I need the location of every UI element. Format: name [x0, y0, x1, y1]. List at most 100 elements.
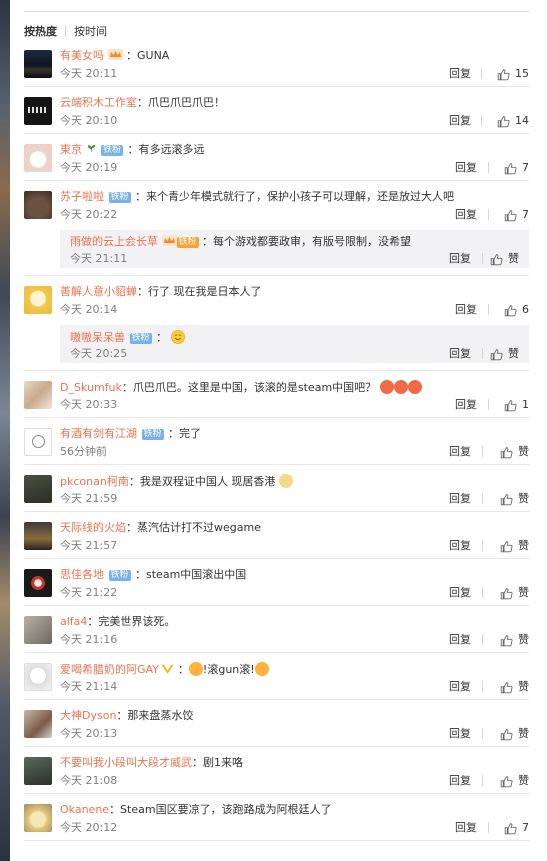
reply-button[interactable]: 回复 [449, 347, 471, 361]
comment-text-line: 思佳各地 铁粉 ：steam中国滚出中国 [60, 568, 529, 582]
background-wallpaper-edge [0, 0, 10, 861]
avatar[interactable] [24, 569, 52, 597]
reply-button[interactable]: 回复 [449, 445, 471, 459]
comment-text-line: 東京 铁粉 ：有多远滚多远 [60, 143, 529, 157]
reply-username-link[interactable]: 雨做的云上会长草 [70, 235, 158, 248]
action-divider [488, 209, 489, 220]
avatar-face-mark [32, 435, 45, 448]
comment-text: ：行了 现在我是日本人了 [137, 285, 262, 298]
like-button[interactable]: 1 [504, 398, 529, 412]
comment-item: 大神Dyson：那来盘蒸水饺 今天 20:13 回复 赞 [24, 700, 529, 747]
reply-button[interactable]: 回复 [455, 398, 477, 412]
reply-text: ： [156, 331, 168, 344]
like-button[interactable]: 赞 [500, 727, 529, 741]
like-button[interactable]: 7 [504, 161, 529, 175]
username-link[interactable]: 爱喝希腊奶的阿GAY [60, 663, 159, 676]
thumbs-up-icon [504, 209, 517, 221]
username-link[interactable]: alfa4 [60, 615, 87, 628]
reply-button[interactable]: 回复 [455, 303, 477, 317]
action-divider [481, 115, 482, 126]
avatar[interactable] [24, 381, 52, 409]
comment-list: 有美女吗 ：GUNA 今天 20:11 回复 15 云端积木工作室：爪巴爪巴爪巴… [24, 40, 529, 841]
like-button[interactable]: 赞 [500, 633, 529, 647]
reply-button[interactable]: 回复 [449, 633, 471, 647]
thumbs-up-icon [500, 493, 513, 505]
avatar[interactable] [24, 286, 52, 314]
avatar[interactable] [24, 522, 52, 550]
like-button[interactable]: 赞 [500, 680, 529, 694]
avatar[interactable] [24, 191, 52, 219]
reply-button[interactable]: 回复 [449, 727, 471, 741]
like-button[interactable]: 赞 [500, 445, 529, 459]
sort-bar: 按热度 按时间 [24, 23, 107, 39]
avatar[interactable] [24, 428, 52, 456]
avatar[interactable] [24, 97, 52, 125]
username-link[interactable]: 不要叫我小段叫大段才威武 [60, 756, 192, 769]
avatar[interactable] [24, 804, 52, 832]
avatar[interactable] [24, 616, 52, 644]
avatar[interactable] [24, 710, 52, 738]
username-link[interactable]: 云端积木工作室 [60, 96, 137, 109]
username-link[interactable]: 苏子啦啦 [60, 190, 104, 203]
thumbs-up-icon [500, 540, 513, 552]
comment-time: 今天 20:33 [60, 398, 118, 411]
reply-button[interactable]: 回复 [449, 492, 471, 506]
like-button[interactable]: 15 [497, 67, 529, 81]
like-count: 6 [522, 303, 529, 316]
action-divider [482, 728, 483, 739]
reply-button[interactable]: 回复 [455, 208, 477, 222]
like-button[interactable]: 赞 [500, 539, 529, 553]
sort-by-time-tab[interactable]: 按时间 [74, 23, 107, 39]
cat-emoji-icon [278, 474, 293, 488]
avatar[interactable] [24, 50, 52, 78]
avatar[interactable] [24, 144, 52, 172]
laugh-emoji-icon [254, 662, 269, 676]
like-button[interactable]: 7 [504, 208, 529, 222]
comment-text: ：来个青少年模式就行了，保护小孩子可以理解，还是放过大人吧 [135, 190, 455, 203]
avatar[interactable] [24, 663, 52, 691]
comment-item: 有酒有剑有江湖 铁粉 ：完了 56分钟前 回复 赞 [24, 418, 529, 465]
reply-text: ：每个游戏都要政审，有版号限制，没希望 [202, 235, 412, 248]
reply-button[interactable]: 回复 [449, 774, 471, 788]
sort-by-hot-tab[interactable]: 按热度 [24, 23, 57, 39]
like-button[interactable]: 赞 [500, 492, 529, 506]
comment-text-line: 爱喝希腊奶的阿GAY ： !滚gun滚! [60, 662, 529, 677]
username-link[interactable]: 大神Dyson [60, 709, 116, 722]
comment-text-line: 天际线的火焰：蒸汽估计打不过wegame [60, 521, 529, 535]
like-button[interactable]: 14 [497, 114, 529, 128]
username-link[interactable]: 善解人意小貂蝉 [60, 285, 137, 298]
username-link[interactable]: D_Skumfuk [60, 381, 122, 394]
reply-button[interactable]: 回复 [449, 680, 471, 694]
reply-button[interactable]: 回复 [449, 586, 471, 600]
username-link[interactable]: 東京 [60, 143, 82, 156]
reply-button[interactable]: 回复 [449, 539, 471, 553]
username-link[interactable]: 有美女吗 [60, 49, 104, 62]
reply-button[interactable]: 回复 [449, 67, 471, 81]
username-link[interactable]: pkconan柯南 [60, 475, 129, 488]
username-link[interactable]: Okanene [60, 803, 109, 816]
comment-text: ：GUNA [126, 49, 170, 62]
reply-username-link[interactable]: 嗷嗷呆呆兽 [70, 331, 125, 344]
like-button[interactable]: 6 [504, 303, 529, 317]
like-button[interactable]: 赞 [500, 586, 529, 600]
avatar[interactable] [24, 475, 52, 503]
action-divider [482, 681, 483, 692]
reply-button[interactable]: 回复 [449, 114, 471, 128]
action-divider [482, 587, 483, 598]
username-link[interactable]: 有酒有剑有江湖 [60, 427, 137, 440]
reply-button[interactable]: 回复 [455, 161, 477, 175]
like-button[interactable]: 赞 [500, 774, 529, 788]
action-divider [481, 68, 482, 79]
comment-text-line: 有酒有剑有江湖 铁粉 ：完了 [60, 427, 529, 441]
reply-button[interactable]: 回复 [455, 821, 477, 835]
username-link[interactable]: 思佳各地 [60, 568, 104, 581]
like-count: 7 [522, 821, 529, 834]
username-link[interactable]: 天际线的火焰 [60, 521, 126, 534]
action-divider [482, 253, 483, 264]
like-button[interactable]: 赞 [490, 347, 519, 361]
reply-button[interactable]: 回复 [449, 252, 471, 266]
like-button[interactable]: 7 [504, 821, 529, 835]
like-button[interactable]: 赞 [490, 252, 519, 266]
comment-time: 今天 21:22 [60, 586, 118, 599]
avatar[interactable] [24, 757, 52, 785]
